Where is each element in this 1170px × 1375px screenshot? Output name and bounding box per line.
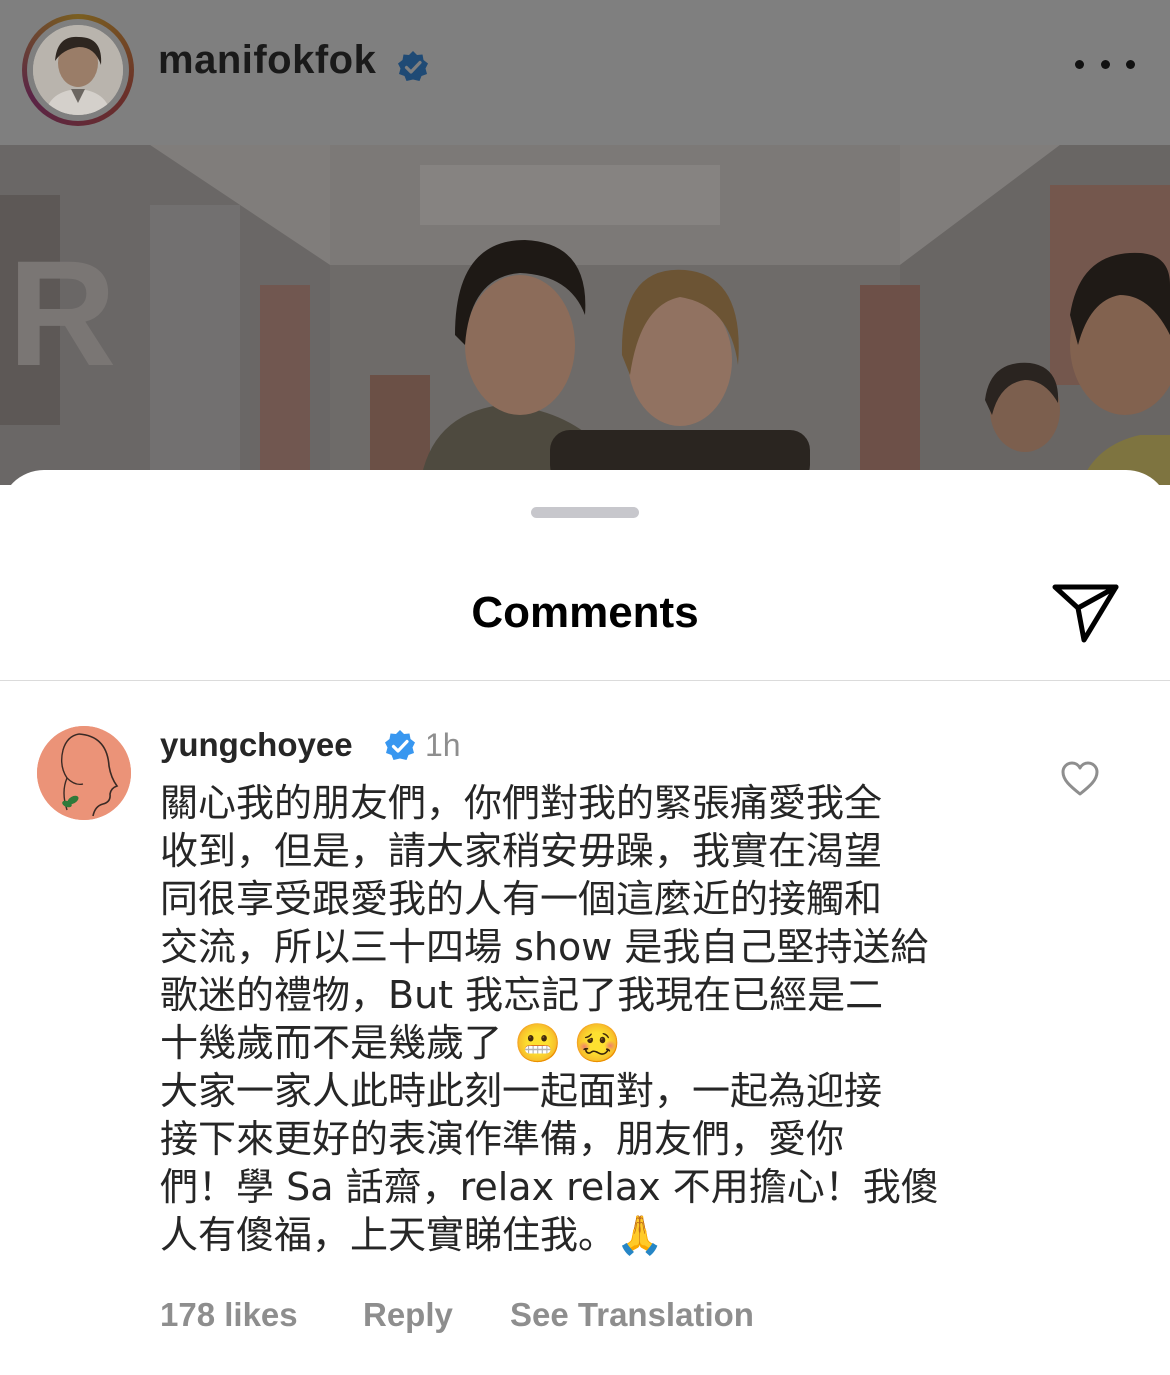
send-icon[interactable] (1050, 580, 1122, 646)
comment-timestamp: 1h (425, 727, 461, 763)
comments-sheet: Comments yungchoyee 1h 關心我的朋友們，你們對我的緊張痛愛… (0, 470, 1170, 1375)
verified-badge-icon (385, 730, 415, 760)
verified-badge-icon (398, 51, 428, 81)
post-photo[interactable]: R (0, 145, 1170, 485)
see-translation-button[interactable]: See Translation (510, 1296, 754, 1334)
reply-button[interactable]: Reply (363, 1296, 510, 1334)
post-author-avatar[interactable] (22, 14, 134, 126)
sheet-grabber-handle[interactable] (531, 507, 639, 518)
sheet-title: Comments (471, 588, 699, 637)
comment-text: 關心我的朋友們，你們對我的緊張痛愛我全 收到，但是，請大家稍安毋躁，我實在渴望 … (160, 781, 939, 1257)
post-header: manifokfok (0, 0, 1170, 145)
post-author-username[interactable]: manifokfok (158, 38, 376, 83)
more-horizontal-icon (1075, 59, 1084, 69)
likes-count-button[interactable]: 178 likes (160, 1296, 363, 1334)
commenter-username[interactable]: yungchoyee (160, 726, 353, 764)
svg-text:R: R (8, 229, 116, 397)
commenter-avatar[interactable] (37, 726, 131, 820)
more-options-button[interactable] (1075, 44, 1135, 84)
heart-outline-icon[interactable] (1060, 760, 1100, 798)
divider (0, 680, 1170, 681)
comment-actions: 178 likes Reply See Translation (160, 1296, 754, 1334)
avatar-photo (33, 25, 123, 115)
